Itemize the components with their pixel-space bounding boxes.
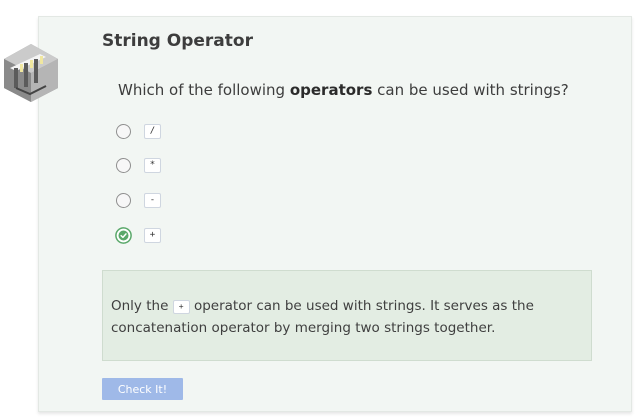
check-it-button[interactable]: Check It!: [102, 378, 183, 400]
feedback-before: Only the: [111, 298, 173, 314]
option-code: /: [144, 123, 161, 139]
option-multiply[interactable]: *: [116, 152, 336, 178]
checkmark-circle-icon[interactable]: [115, 226, 132, 244]
question-after: can be used with strings?: [372, 81, 569, 99]
radio-button[interactable]: [116, 123, 131, 139]
gate-cube-icon: [4, 44, 58, 102]
option-code: -: [144, 192, 161, 208]
option-add[interactable]: +: [115, 222, 336, 248]
radio-button[interactable]: [116, 157, 131, 173]
exercise-title: String Operator: [102, 31, 253, 51]
option-subtract[interactable]: -: [116, 187, 336, 213]
option-code: +: [144, 227, 161, 243]
question-text: Which of the following operators can be …: [118, 81, 569, 99]
question-emphasis: operators: [289, 81, 373, 99]
feedback-code: +: [172, 300, 190, 314]
option-divide[interactable]: /: [116, 118, 336, 144]
option-code: *: [144, 157, 161, 173]
radio-button[interactable]: [116, 192, 131, 208]
feedback-box: Only the + operator can be used with str…: [102, 270, 592, 361]
question-before: Which of the following: [118, 81, 290, 99]
